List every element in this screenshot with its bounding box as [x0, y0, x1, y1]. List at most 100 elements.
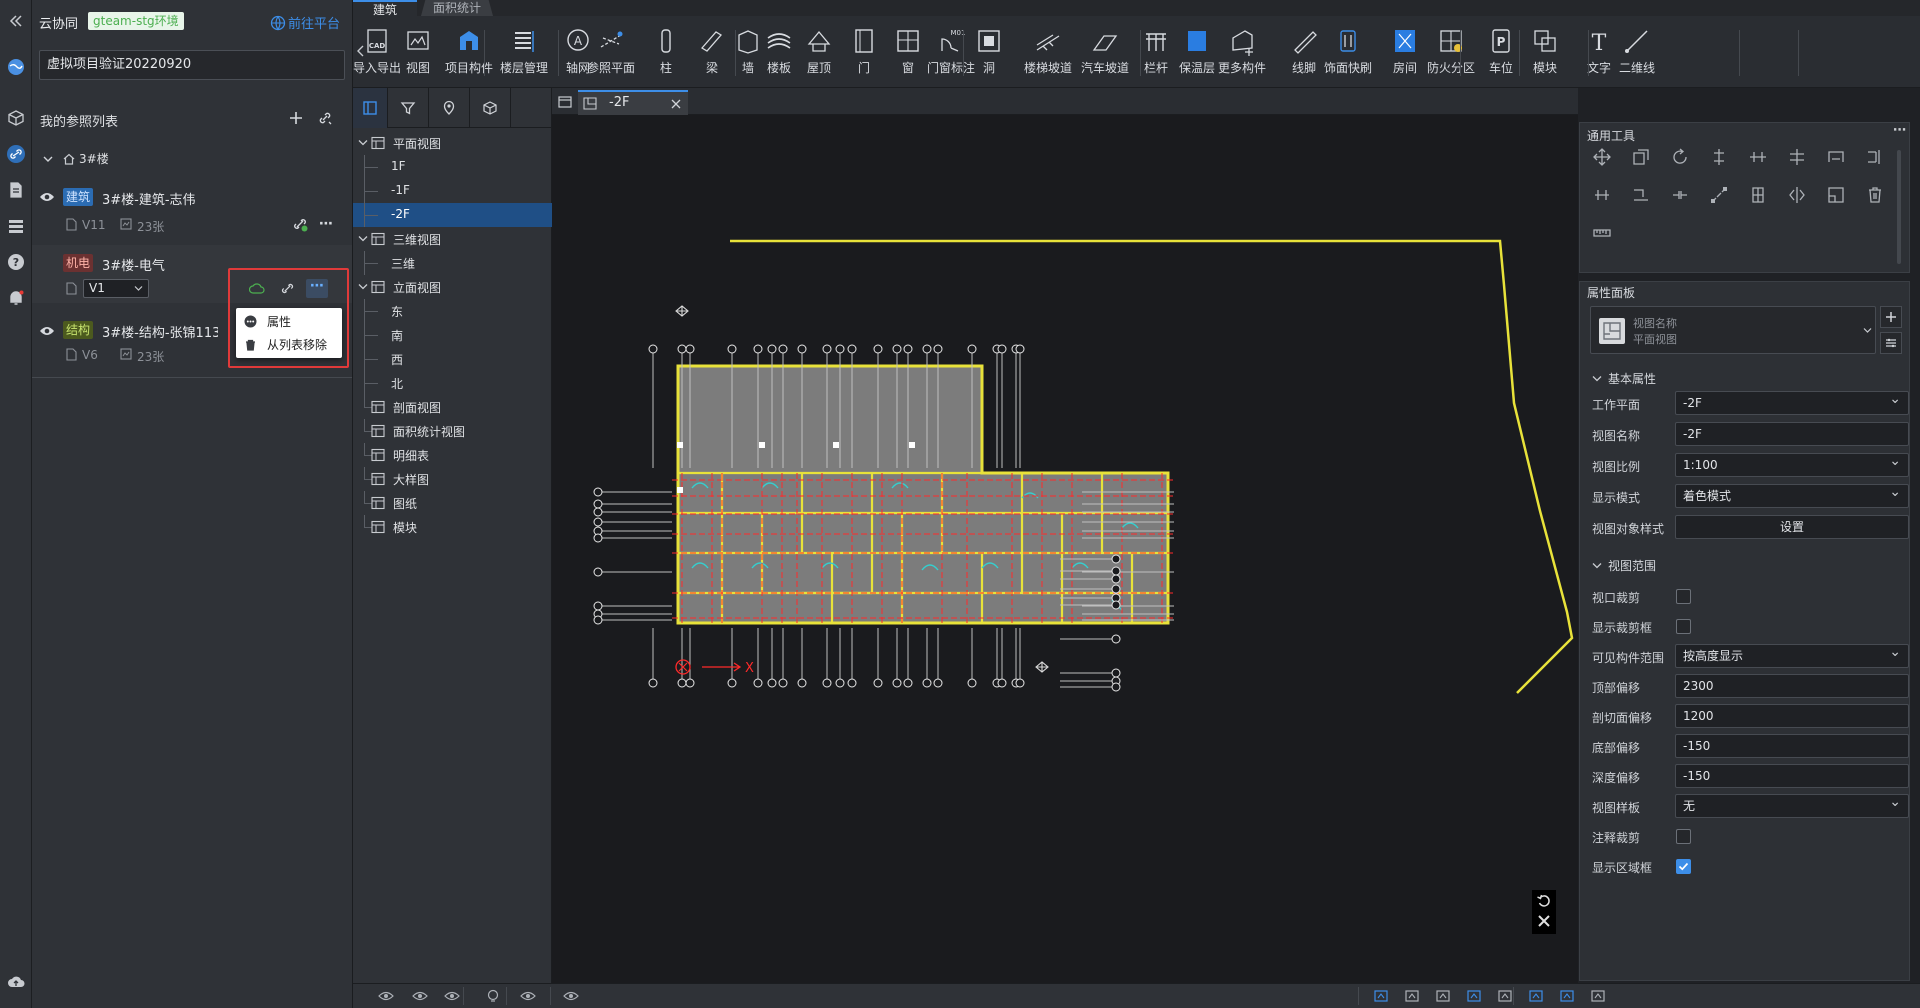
- copy-view-icon[interactable]: [1559, 989, 1575, 1003]
- tree-node[interactable]: 三维: [353, 251, 552, 275]
- eye-link-icon[interactable]: [444, 989, 460, 1003]
- toolbar-finish-brush-button[interactable]: 饰面快刷: [1323, 26, 1373, 80]
- toolbar-door-button[interactable]: 门: [839, 26, 889, 80]
- tree-node[interactable]: 平面视图: [353, 131, 552, 155]
- tree-node[interactable]: 1F: [353, 155, 552, 179]
- chevron-down-icon[interactable]: [358, 283, 368, 291]
- toolbar-more-components-button[interactable]: 更多构件: [1217, 26, 1267, 80]
- chevron-down-icon[interactable]: [358, 139, 368, 147]
- more-icon[interactable]: ⋯: [1893, 123, 1906, 138]
- extend-icon[interactable]: [1860, 142, 1890, 172]
- toolbar-car-ramp-button[interactable]: 汽车坡道: [1080, 26, 1130, 80]
- scale-icon[interactable]: [1821, 180, 1851, 210]
- location-icon[interactable]: [429, 88, 470, 128]
- display-mode-select[interactable]: 着色模式: [1675, 481, 1909, 508]
- view-type-selector[interactable]: 视图名称 平面视图: [1590, 306, 1876, 354]
- help-icon[interactable]: ?: [5, 251, 27, 273]
- eye-layers-icon[interactable]: [412, 989, 428, 1003]
- eye-icon[interactable]: [39, 191, 55, 203]
- toolbar-room-button[interactable]: 房间: [1380, 26, 1430, 80]
- more-icon[interactable]: ⋯: [306, 279, 328, 298]
- visibility-dropdown-icon[interactable]: [563, 989, 579, 1003]
- tree-node[interactable]: 明细表: [353, 443, 552, 467]
- object-style-button[interactable]: 设置: [1675, 515, 1909, 539]
- view-tab-active[interactable]: -2F: [578, 90, 688, 115]
- toolbar-floor-manager-button[interactable]: 楼层管理: [499, 26, 549, 80]
- align-h-icon[interactable]: [1743, 142, 1773, 172]
- toolbar-opening-button[interactable]: 洞: [964, 26, 1014, 80]
- tree-node[interactable]: 大样图: [353, 467, 552, 491]
- view-template-select[interactable]: 无: [1675, 791, 1909, 818]
- link-status-icon[interactable]: [292, 216, 308, 232]
- show-crop-checkbox[interactable]: [1676, 619, 1691, 634]
- document-icon[interactable]: [5, 179, 27, 201]
- crop-icon[interactable]: [1528, 989, 1544, 1003]
- toolbar-roof-button[interactable]: 屋顶: [794, 26, 844, 80]
- toolbar-molding-button[interactable]: 线脚: [1279, 26, 1329, 80]
- top-offset-input[interactable]: 2300: [1675, 674, 1909, 698]
- tree-node[interactable]: 面积统计视图: [353, 419, 552, 443]
- view-name-input[interactable]: -2F: [1675, 422, 1909, 446]
- globe-icon[interactable]: [5, 56, 27, 78]
- tree-node[interactable]: 立面视图: [353, 275, 552, 299]
- add-view-icon[interactable]: [1880, 306, 1902, 328]
- close-icon[interactable]: [671, 99, 681, 109]
- tree-node[interactable]: 北: [353, 371, 552, 395]
- array-icon[interactable]: [1704, 180, 1734, 210]
- bottom-offset-input[interactable]: -150: [1675, 734, 1909, 758]
- tree-node[interactable]: 图纸: [353, 491, 552, 515]
- tab-list-icon[interactable]: [558, 96, 572, 108]
- toolbar-module-button[interactable]: 模块: [1520, 26, 1570, 80]
- toolbar-reference-plane-button[interactable]: 参照平面: [586, 26, 636, 80]
- bell-icon[interactable]: [5, 287, 27, 309]
- annotation-crop-checkbox[interactable]: [1676, 829, 1691, 844]
- tab-area-stats[interactable]: 面积统计: [421, 0, 493, 16]
- tree-node[interactable]: 西: [353, 347, 552, 371]
- eye-dropdown-icon[interactable]: [520, 989, 536, 1003]
- depth-offset-input[interactable]: -150: [1675, 764, 1909, 788]
- chevron-down-icon[interactable]: [358, 235, 368, 243]
- trim-icon[interactable]: [1587, 180, 1617, 210]
- tree-node[interactable]: 南: [353, 323, 552, 347]
- list-icon[interactable]: [5, 215, 27, 237]
- show-region-checkbox[interactable]: [1676, 859, 1691, 874]
- menu-item-properties[interactable]: 属性: [236, 311, 342, 332]
- tab-architecture[interactable]: 建筑: [353, 0, 417, 17]
- visible-range-select[interactable]: 按高度显示: [1675, 641, 1909, 668]
- ref-item-architecture[interactable]: 建筑 3#楼-建筑-志伟 V11 23张 ⋯: [32, 183, 352, 239]
- section-view-range[interactable]: 视图范围: [1592, 557, 1656, 574]
- crop-checkbox[interactable]: [1676, 589, 1691, 604]
- tree-node[interactable]: 模块: [353, 515, 552, 539]
- link-icon[interactable]: [280, 281, 295, 296]
- work-plane-select[interactable]: -2F: [1675, 388, 1909, 415]
- section-basic-props[interactable]: 基本属性: [1592, 370, 1656, 387]
- toolbar-2d-line-button[interactable]: 二维线: [1612, 26, 1662, 80]
- align-list-icon[interactable]: [1404, 989, 1420, 1003]
- more-icon[interactable]: ⋯: [317, 215, 335, 233]
- tree-node[interactable]: -1F: [353, 179, 552, 203]
- cut-offset-input[interactable]: 1200: [1675, 704, 1909, 728]
- mirror-array-icon[interactable]: [1743, 180, 1773, 210]
- cube-icon[interactable]: [5, 107, 27, 129]
- drawing-canvas[interactable]: -2F X: [552, 88, 1578, 983]
- link-icon[interactable]: [1466, 989, 1482, 1003]
- view-scale-select[interactable]: 1:100: [1675, 450, 1909, 477]
- reset-view-icon[interactable]: [1536, 893, 1552, 909]
- level-icon[interactable]: [1435, 989, 1451, 1003]
- view-settings-icon[interactable]: [1880, 332, 1902, 354]
- offset-icon[interactable]: [1821, 142, 1851, 172]
- toolbar-column-button[interactable]: 柱: [641, 26, 691, 80]
- add-icon[interactable]: [286, 108, 306, 128]
- toolbar-stair-ramp-button[interactable]: 楼梯坡道: [1023, 26, 1073, 80]
- copy-icon[interactable]: [1626, 142, 1656, 172]
- bulb-icon[interactable]: [485, 989, 501, 1003]
- move-icon[interactable]: [1587, 142, 1617, 172]
- version-select[interactable]: V1: [83, 279, 149, 298]
- tools-scrollbar[interactable]: [1897, 150, 1901, 264]
- measure-icon[interactable]: [1587, 218, 1617, 248]
- rotate-icon[interactable]: [1665, 142, 1695, 172]
- eye-icon[interactable]: [39, 325, 55, 337]
- reference-link-icon[interactable]: [5, 143, 27, 165]
- box-icon[interactable]: [470, 88, 511, 128]
- tree-node[interactable]: 三维视图: [353, 227, 552, 251]
